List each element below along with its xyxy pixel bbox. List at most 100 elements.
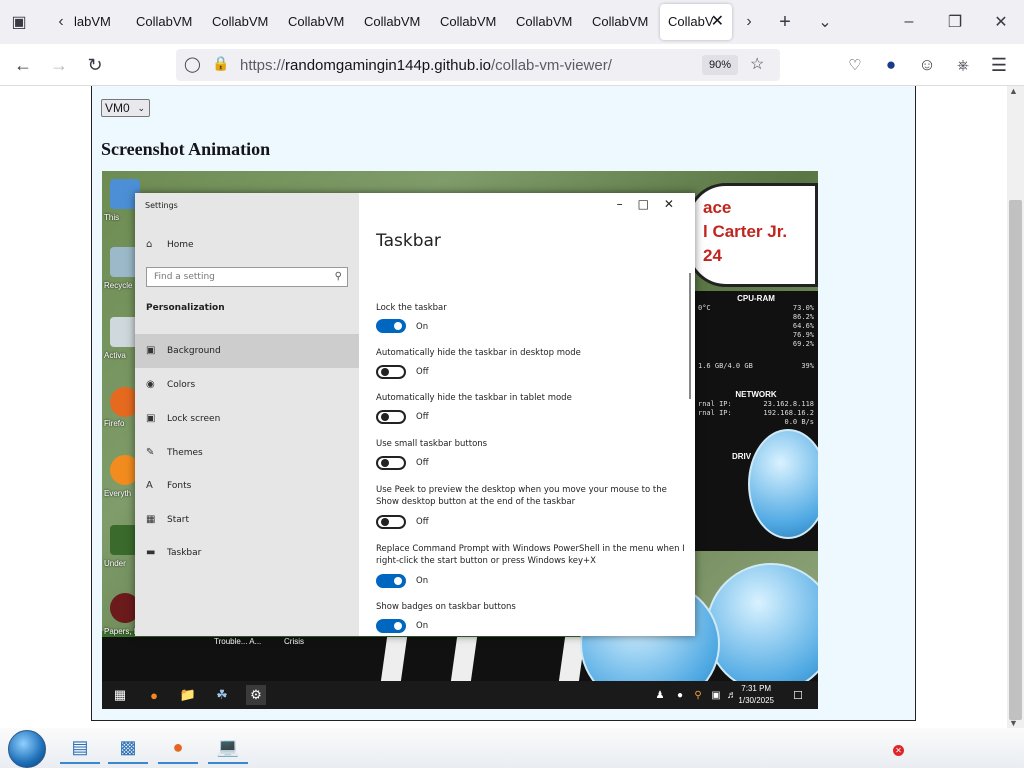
browser-tab[interactable]: CollabVM [592, 4, 658, 40]
error-badge-icon[interactable]: ✕ [893, 745, 904, 756]
browser-tab-active[interactable]: CollabV ✕ [660, 4, 732, 40]
app-window-icon[interactable]: ▤ [60, 732, 100, 764]
page-scrollbar[interactable]: ▲ ▼ [1007, 86, 1024, 728]
settings-gear-icon[interactable]: ⚙ [246, 685, 266, 705]
file-manager-icon[interactable]: ▩ [108, 732, 148, 764]
menu-icon[interactable]: ☰ [984, 50, 1014, 80]
vm-select[interactable]: VM0 ⌄ [101, 99, 150, 117]
notification-icon[interactable]: ☐ [788, 685, 808, 705]
nav-fonts[interactable]: A Fonts [135, 469, 359, 503]
toggle-autohide-desktop[interactable] [376, 365, 406, 379]
close-window-icon[interactable]: ✕ [986, 6, 1016, 38]
nav-background[interactable]: ▣ Background [135, 334, 359, 368]
app-icon[interactable]: ☘ [212, 685, 232, 705]
address-bar[interactable]: ◯ 🔒 https://randomgamingin144p.github.io… [176, 49, 780, 81]
vm-taskbar: ▦ ● 📁 ☘ ⚙ ♟ ● ⚲ ▣ ♬ 7:31 PM 1/30/2025 ☐ [102, 681, 818, 709]
restore-icon[interactable]: ❐ [940, 6, 970, 38]
browser-tab[interactable]: CollabVM [364, 4, 430, 40]
browser-tab[interactable]: CollabVM [136, 4, 202, 40]
toggle-autohide-tablet[interactable] [376, 410, 406, 424]
monitor-value: 1.6 GB/4.0 GB [698, 362, 753, 370]
palette-icon: ◉ [146, 379, 155, 390]
zoom-indicator[interactable]: 90% [702, 55, 738, 75]
browser-tab-strip: ▣ ‹ labVM CollabVM CollabVM CollabVM Col… [0, 0, 1024, 44]
desktop-icon-label: Crisis [284, 637, 304, 646]
option-label: Automatically hide the taskbar in deskto… [376, 348, 581, 358]
forward-icon[interactable]: → [44, 50, 74, 80]
find-setting-input[interactable]: Find a setting ⚲ [146, 267, 348, 287]
people-icon[interactable]: ♟ [650, 685, 670, 705]
toggle-state: On [416, 621, 429, 631]
home-icon: ⌂ [146, 239, 153, 250]
back-icon[interactable]: ← [8, 50, 38, 80]
browser-tab[interactable]: CollabVM [212, 4, 278, 40]
url-path: /collab-vm-viewer/ [491, 57, 612, 74]
browser-tab[interactable]: CollabVM [516, 4, 582, 40]
nav-label: Start [167, 515, 189, 525]
extension-globe-icon[interactable]: ● [876, 50, 906, 80]
list-all-tabs-icon[interactable]: ▣ [4, 6, 34, 38]
browser-tab[interactable]: CollabVM [440, 4, 506, 40]
option-label: Use small taskbar buttons [376, 439, 488, 449]
toggle-badges[interactable] [376, 619, 406, 633]
star-icon[interactable]: ☆ [750, 54, 764, 74]
extensions-icon[interactable]: ⎈ [948, 50, 978, 80]
monitor-label: rnal IP: [698, 400, 732, 408]
scroll-indicator[interactable] [689, 273, 691, 399]
nav-themes[interactable]: ✎ Themes [135, 436, 359, 470]
nav-home[interactable]: ⌂ Home [135, 228, 359, 262]
browser-tab[interactable]: CollabVM [288, 4, 354, 40]
scrollbar-thumb[interactable] [1009, 200, 1022, 720]
toggle-peek[interactable] [376, 515, 406, 529]
scroll-down-icon[interactable]: ▼ [1009, 718, 1018, 728]
toggle-state: On [416, 576, 429, 586]
file-explorer-icon[interactable]: 📁 [178, 685, 198, 705]
firefox-icon[interactable]: ● [144, 685, 164, 705]
nav-lock-screen[interactable]: ▣ Lock screen [135, 402, 359, 436]
clock-date: 1/30/2025 [738, 696, 774, 705]
vm-clock[interactable]: 7:31 PM 1/30/2025 [738, 683, 774, 707]
search-icon[interactable]: ⚲ [688, 685, 708, 705]
drop-icon[interactable]: ● [670, 685, 690, 705]
tab-label: labVM [74, 14, 111, 29]
url-text[interactable]: https://randomgamingin144p.github.io/col… [240, 57, 612, 74]
windows-start-icon[interactable]: ▦ [110, 685, 130, 705]
page-content: VM0 ⌄ Screenshot Animation This Recycle A… [0, 86, 1007, 728]
pocket-icon[interactable]: ♡ [840, 50, 870, 80]
browser-tab[interactable]: labVM [74, 4, 130, 40]
window-controls[interactable]: –□✕ [617, 197, 689, 211]
minimize-icon[interactable]: – [894, 6, 924, 38]
toggle-lock-taskbar[interactable] [376, 319, 406, 333]
desktop-icon-label: Papers, P [104, 627, 140, 636]
toggle-small-buttons[interactable] [376, 456, 406, 470]
remote-desktop-icon[interactable]: 💻 [208, 732, 248, 764]
shield-icon[interactable]: ◯ [184, 55, 201, 73]
page-heading: Screenshot Animation [101, 139, 271, 159]
nav-label: Taskbar [167, 548, 202, 558]
scroll-tabs-right-icon[interactable]: › [734, 6, 764, 38]
option-label: Automatically hide the taskbar in tablet… [376, 393, 572, 403]
nav-taskbar[interactable]: ▬ Taskbar [135, 536, 359, 570]
account-icon[interactable]: ☺ [912, 50, 942, 80]
tab-label: CollabVM [592, 14, 649, 29]
close-tab-icon[interactable]: ✕ [711, 4, 724, 40]
nav-label: Background [167, 346, 221, 356]
scroll-tabs-left-icon[interactable]: ‹ [46, 6, 76, 38]
new-tab-icon[interactable]: + [770, 6, 800, 38]
nav-start[interactable]: ▦ Start [135, 503, 359, 537]
monitor-value: 0°C [698, 304, 711, 312]
desktop-icon-label: Activa [104, 351, 126, 360]
windows-start-orb[interactable] [8, 730, 46, 768]
nav-colors[interactable]: ◉ Colors [135, 368, 359, 402]
chevron-down-icon[interactable]: ⌄ [810, 6, 840, 38]
lock-icon[interactable]: 🔒 [212, 55, 229, 72]
url-prefix: https:// [240, 57, 286, 74]
option-label: Lock the taskbar [376, 303, 447, 313]
firefox-icon[interactable]: ● [158, 732, 198, 764]
scroll-up-icon[interactable]: ▲ [1009, 86, 1018, 96]
picture-icon: ▣ [146, 345, 156, 356]
monitor-row: 76.9% [694, 331, 818, 339]
vm-screenshot[interactable]: This Recycle Activa Firefo Everyth Under… [102, 171, 818, 709]
toggle-powershell[interactable] [376, 574, 406, 588]
reload-icon[interactable]: ↻ [80, 50, 110, 80]
